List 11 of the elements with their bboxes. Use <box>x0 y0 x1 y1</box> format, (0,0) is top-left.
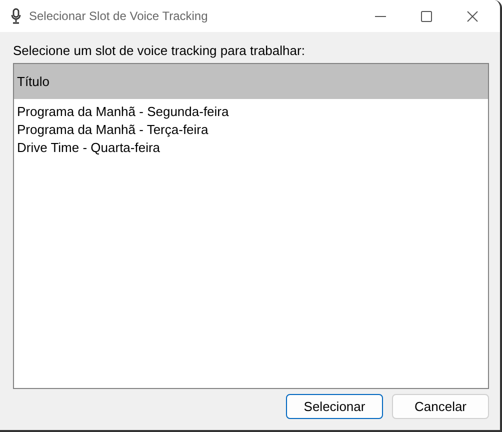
microphone-icon <box>11 8 21 24</box>
close-icon[interactable] <box>467 10 478 22</box>
select-button[interactable]: Selecionar <box>286 394 383 419</box>
list-item[interactable]: Programa da Manhã - Segunda-feira <box>14 103 488 121</box>
maximize-icon[interactable] <box>421 10 432 22</box>
window-title: Selecionar Slot de Voice Tracking <box>29 9 208 23</box>
column-header[interactable]: Título <box>14 74 50 89</box>
cancel-button[interactable]: Cancelar <box>392 394 489 419</box>
prompt-label: Selecione um slot de voice tracking para trabalhar: <box>13 43 306 58</box>
list-item[interactable]: Drive Time - Quarta-feira <box>14 139 488 157</box>
list-item[interactable]: Programa da Manhã - Terça-feira <box>14 121 488 139</box>
